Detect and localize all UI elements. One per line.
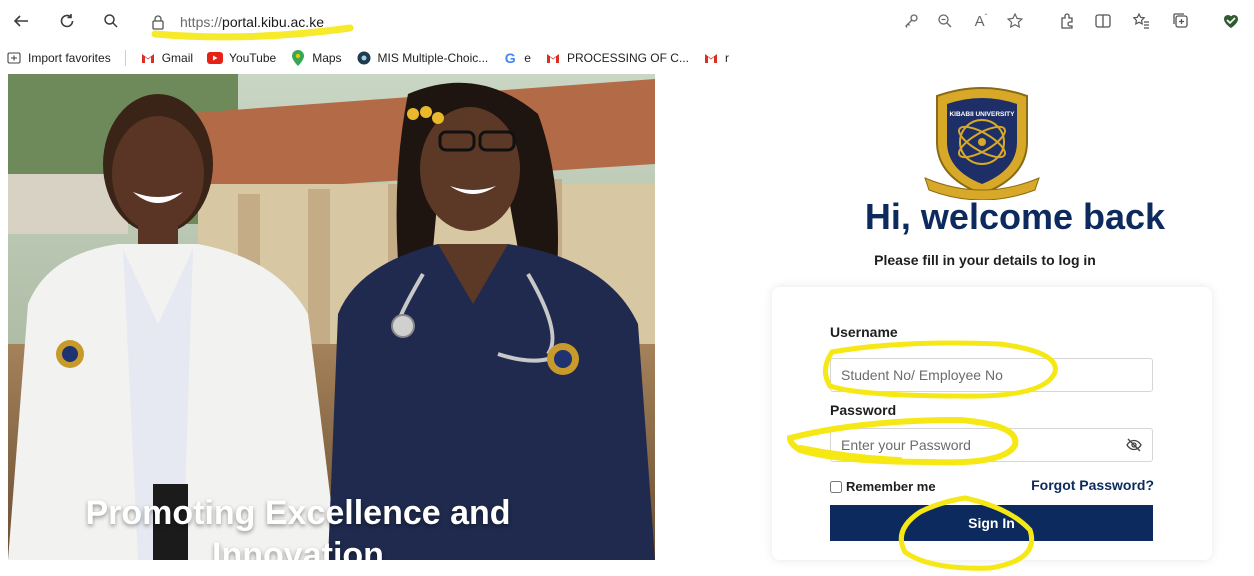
google-icon: G [504,50,516,66]
forgot-password-link[interactable]: Forgot Password? [1031,477,1154,493]
site-icon [356,50,372,66]
sign-in-button[interactable]: Sign In [830,505,1153,541]
favorite-label: MIS Multiple-Choic... [377,51,489,65]
favorite-label: Gmail [161,51,194,65]
refresh-icon [60,14,74,28]
logo-text: KIBABII UNIVERSITY [949,111,1015,118]
favorites-icon[interactable] [1128,8,1154,34]
screenshot: https://portal.kibu.ac.ke Aˆ Import favo… [0,0,1254,576]
hero-caption-line1: Promoting Excellence and [85,494,511,532]
favorite-gmail[interactable]: Gmail [140,50,193,66]
toggle-password-button[interactable] [1115,428,1153,462]
hero-caption: Promoting Excellence and Innovation [8,492,588,560]
profile-heart-icon[interactable] [1218,8,1244,34]
favorite-label: Maps [312,51,342,65]
key-icon[interactable] [898,8,924,34]
eye-slash-icon [1125,438,1142,452]
browser-toolbar: https://portal.kibu.ac.ke Aˆ [0,0,1254,44]
url-protocol: https:// [180,14,223,30]
favorite-label: YouTube [229,51,277,65]
star-icon[interactable] [1002,8,1028,34]
favorites-divider [124,50,126,66]
gmail-icon [140,50,156,66]
import-icon [6,50,22,66]
hero-photo-illustration [8,74,655,560]
maps-pin-icon [290,50,306,66]
arrow-left-icon [13,15,28,27]
favorites-bar: Import favorites Gmail YouTube Maps MIS … [0,44,1254,72]
favorite-r[interactable]: r [703,50,729,66]
favorite-processing[interactable]: PROCESSING OF C... [545,50,689,66]
search-button[interactable] [98,8,124,34]
youtube-icon [207,50,224,66]
collections-icon[interactable] [1168,8,1194,34]
search-icon [104,14,118,28]
favorite-youtube[interactable]: YouTube [207,50,276,66]
favorite-import[interactable]: Import favorites [6,50,111,66]
remember-me-label: Remember me [846,479,936,494]
username-label: Username [830,324,898,340]
extensions-icon[interactable] [1054,8,1080,34]
hero-image: Promoting Excellence and Innovation [8,74,655,560]
gmail-icon [703,50,719,66]
lock-icon [148,12,168,32]
url-text: https://portal.kibu.ac.ke [180,14,324,30]
read-aloud-icon[interactable]: Aˆ [968,8,994,34]
welcome-heading: Hi, welcome back [864,196,1166,237]
login-subtitle: Please fill in your details to log in [874,252,1096,268]
login-card: Username Password Remember me Forgot Pas… [772,287,1212,560]
password-label: Password [830,402,897,418]
hero-caption-line2: Innovation [212,536,384,560]
zoom-out-icon[interactable] [932,8,958,34]
favorite-label: Import favorites [28,51,111,65]
gmail-icon [545,50,561,66]
favorite-maps[interactable]: Maps [290,50,342,66]
remember-me[interactable]: Remember me [830,479,936,494]
crest-icon: KIBABII UNIVERSITY [924,87,1040,201]
password-input[interactable] [830,428,1116,462]
remember-me-checkbox[interactable] [830,480,842,493]
favorite-label: PROCESSING OF C... [566,51,689,65]
username-input[interactable] [830,358,1153,392]
favorite-mis[interactable]: MIS Multiple-Choic... [356,50,489,66]
back-button[interactable] [8,8,34,34]
split-screen-icon[interactable] [1090,8,1116,34]
favorite-label: e [524,51,531,65]
refresh-button[interactable] [54,8,80,34]
address-bar[interactable]: https://portal.kibu.ac.ke [148,7,848,37]
url-host: portal.kibu.ac.ke [222,14,324,30]
university-logo: KIBABII UNIVERSITY [917,82,1047,201]
favorite-google[interactable]: G e [502,50,531,66]
favorite-label: r [724,51,729,65]
